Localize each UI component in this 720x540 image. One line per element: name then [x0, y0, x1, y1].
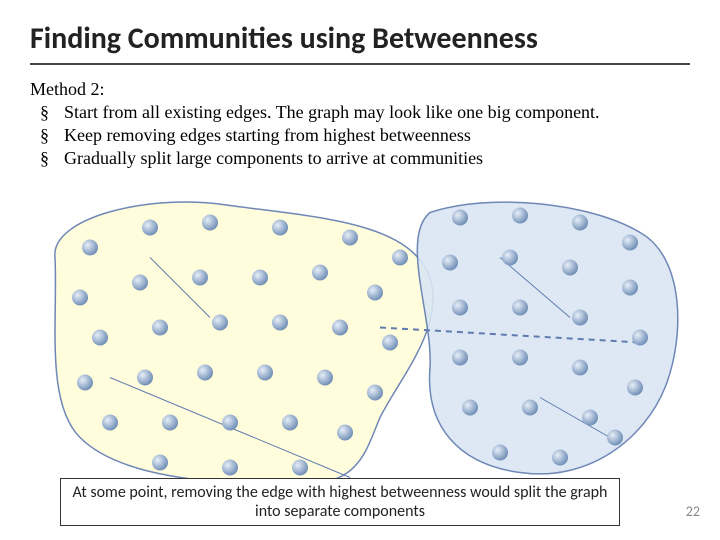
community-diagram — [30, 195, 690, 490]
bullet-list: Start from all existing edges. The graph… — [40, 102, 690, 169]
slide-title: Finding Communities using Betweenness — [30, 20, 690, 65]
method-label: Method 2: — [30, 79, 690, 100]
bullet-item: Start from all existing edges. The graph… — [40, 102, 690, 123]
community-left-blob — [55, 202, 433, 486]
bullet-item: Keep removing edges starting from highes… — [40, 125, 690, 146]
caption-box: At some point, removing the edge with hi… — [60, 478, 620, 526]
bullet-item: Gradually split large components to arri… — [40, 148, 690, 169]
page-number: 22 — [686, 503, 700, 520]
